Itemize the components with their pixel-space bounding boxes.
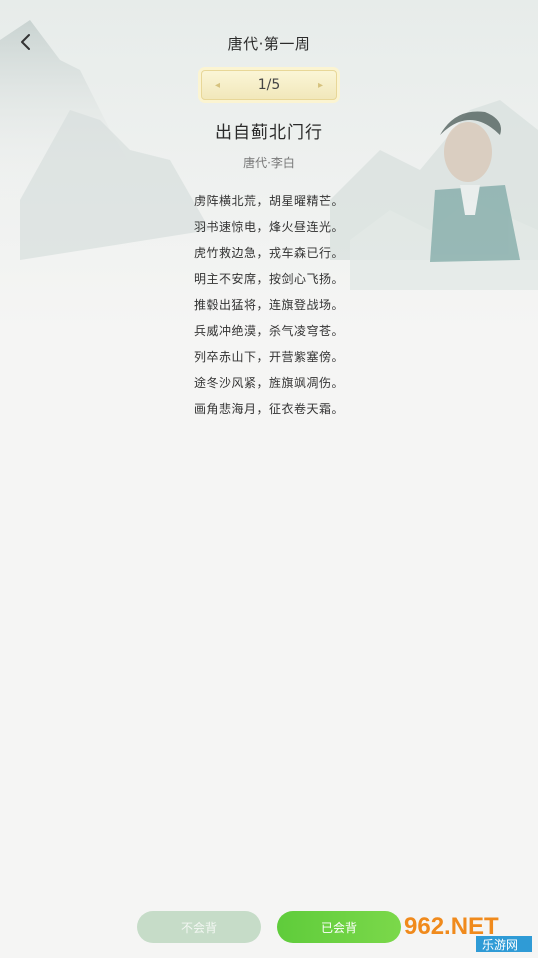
poem-line: 途冬沙风紧，旌旗飒凋伤。 [193, 376, 344, 390]
poem-lines: 虏阵横北荒，胡星曜精芒。 羽书速惊电，烽火昼连光。 虎竹救边急，戎车森已行。 明… [0, 190, 538, 424]
poem-pager: ◂ 1/5 ▸ [201, 70, 337, 100]
poem-line: 兵威冲绝漠，杀气凌穹苍。 [193, 324, 344, 338]
poem-line: 羽书速惊电，烽火昼连光。 [193, 220, 344, 234]
poem-author: 唐代·李白 [243, 156, 295, 170]
next-arrow-icon[interactable]: ▸ [318, 80, 323, 91]
page-title: 唐代·第一周 [227, 35, 311, 53]
poem-line: 推毂出猛将，连旗登战场。 [193, 298, 344, 312]
poem-line: 列卒赤山下，开营紫塞傍。 [193, 350, 344, 364]
page-count: 1/5 [257, 77, 281, 93]
poem-line: 画角悲海月，征衣卷天霜。 [193, 402, 344, 416]
watermark-main: 962.NET [404, 913, 499, 940]
poem-title: 出自蓟北门行 [215, 123, 323, 143]
not-memorized-button[interactable]: 不会背 [137, 911, 261, 943]
memorized-button[interactable]: 已会背 [277, 911, 401, 943]
poem-line: 明主不安席，按剑心飞扬。 [193, 272, 344, 286]
poem-line: 虏阵横北荒，胡星曜精芒。 [193, 194, 344, 208]
prev-arrow-icon[interactable]: ◂ [215, 80, 220, 91]
watermark-sub: 乐游网 [482, 938, 518, 952]
poem-line: 虎竹救边急，戎车森已行。 [193, 246, 344, 260]
site-watermark-logo: 962.NET 乐游网 [404, 913, 532, 952]
